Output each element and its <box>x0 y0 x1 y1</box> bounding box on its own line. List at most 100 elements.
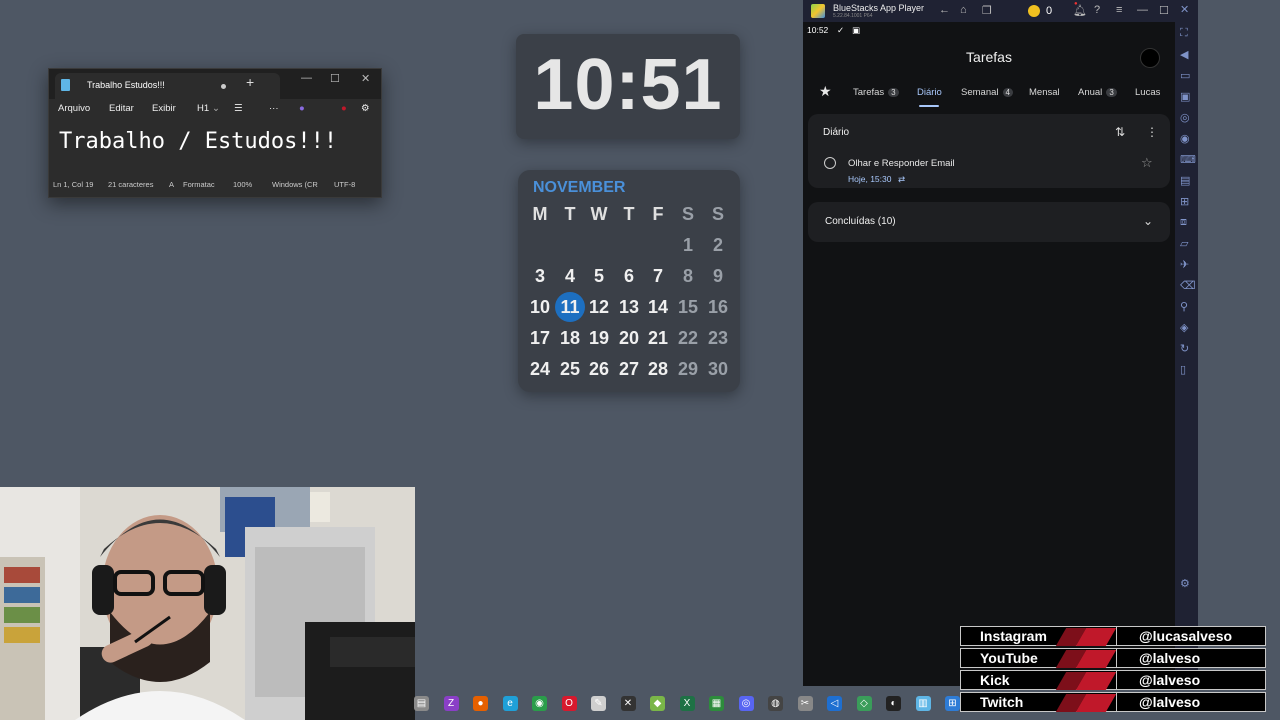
calendar-day[interactable]: 17 <box>527 328 553 349</box>
macro-icon[interactable]: ⊞ <box>1180 195 1189 208</box>
tab-mensal[interactable]: Mensal <box>1029 87 1060 98</box>
copilot-icon[interactable]: ● <box>299 103 305 114</box>
app-green-icon[interactable]: ◇ <box>856 696 872 711</box>
calendar-day[interactable]: 2 <box>705 235 731 256</box>
edge-icon[interactable]: e <box>502 696 518 711</box>
calendar-day[interactable]: 28 <box>645 359 671 380</box>
record-icon[interactable]: ◉ <box>1180 132 1190 145</box>
coin-icon[interactable] <box>1028 5 1040 17</box>
chevron-down-icon[interactable]: ⌄ <box>1143 214 1153 228</box>
screen-icon[interactable]: ▭ <box>1180 69 1190 82</box>
tab-tarefas[interactable]: Tarefas 3 <box>853 87 899 98</box>
calendar-day[interactable]: 24 <box>527 359 553 380</box>
game-controls-icon[interactable]: ⌨ <box>1180 153 1196 166</box>
discord-icon[interactable]: ◎ <box>738 696 754 711</box>
more-vert-icon[interactable]: ⋮ <box>1146 125 1158 139</box>
completed-section[interactable]: Concluídas (10) ⌄ <box>808 202 1170 242</box>
menu-editar[interactable]: Editar <box>109 103 134 114</box>
list-icon[interactable]: ☰ <box>234 103 243 114</box>
chevron-down-icon[interactable]: ⌄ <box>212 103 220 114</box>
notes-icon[interactable]: ✎ <box>591 696 606 711</box>
calendar-day[interactable]: 10 <box>527 297 553 318</box>
excel-icon[interactable]: X <box>679 696 695 711</box>
new-tab-icon[interactable]: + <box>246 74 254 90</box>
star-icon[interactable]: ☆ <box>1141 155 1153 171</box>
calendar-day[interactable]: 16 <box>705 297 731 318</box>
calendar-day[interactable]: 12 <box>586 297 612 318</box>
calculator-icon[interactable]: ▦ <box>709 696 724 711</box>
calendar-day[interactable]: 9 <box>705 266 731 287</box>
layers-icon[interactable]: ◈ <box>1180 321 1188 334</box>
unsaved-dot-icon[interactable] <box>221 84 226 89</box>
minimize-icon[interactable]: — <box>301 72 312 84</box>
task-checkbox[interactable] <box>824 157 836 169</box>
airplane-icon[interactable]: ✈ <box>1180 258 1189 271</box>
tab-semanal[interactable]: Semanal 4 <box>961 87 1013 98</box>
folder-icon[interactable]: ▱ <box>1180 237 1188 250</box>
help-icon[interactable]: ? <box>1094 4 1100 16</box>
performance-icon[interactable]: ▤ <box>1180 174 1190 187</box>
sync-icon[interactable]: ↻ <box>1180 342 1189 355</box>
opera-icon[interactable]: O <box>561 696 577 711</box>
home-icon[interactable]: ⌂ <box>960 4 967 16</box>
tab-lucas[interactable]: Lucas <box>1135 87 1160 98</box>
maximize-icon[interactable]: ☐ <box>330 72 340 85</box>
firefox-icon[interactable]: ● <box>473 696 488 711</box>
notepad-content[interactable]: Trabalho / Estudos!!! <box>59 129 337 154</box>
notepad-taskbar-icon[interactable]: ▥ <box>915 696 931 711</box>
settings-gear-icon[interactable]: ⚙ <box>1180 577 1190 590</box>
calendar-day[interactable]: 5 <box>586 266 612 287</box>
calendar-day[interactable]: 1 <box>675 235 701 256</box>
calendar-day[interactable]: 7 <box>645 266 671 287</box>
status-format[interactable]: Formatac <box>183 180 215 189</box>
spotify-icon[interactable]: ◐ <box>886 696 901 711</box>
menu-icon[interactable]: ≡ <box>1116 4 1122 16</box>
chrome-icon[interactable]: ◉ <box>532 696 547 711</box>
settings-gear-icon[interactable]: ⚙ <box>361 103 370 114</box>
location-icon[interactable]: ◎ <box>1180 111 1190 124</box>
calendar-day[interactable]: 20 <box>616 328 642 349</box>
vscode-icon[interactable]: ◁ <box>827 696 842 711</box>
calendar-day[interactable]: 8 <box>675 266 701 287</box>
task-title[interactable]: Olhar e Responder Email <box>848 158 955 169</box>
profile-icon[interactable]: ● <box>341 103 347 114</box>
menu-arquivo[interactable]: Arquivo <box>58 103 90 114</box>
paint-icon[interactable]: ✂ <box>797 696 813 711</box>
avatar[interactable] <box>1140 48 1160 68</box>
calendar-day[interactable]: 4 <box>557 266 583 287</box>
minimize-icon[interactable]: — <box>1137 4 1148 16</box>
calendar-day[interactable]: 29 <box>675 359 701 380</box>
close-icon[interactable]: ✕ <box>361 72 370 85</box>
calendar-day[interactable]: 26 <box>586 359 612 380</box>
pin-icon[interactable]: ⚲ <box>1180 300 1188 313</box>
calendar-day[interactable]: 23 <box>705 328 731 349</box>
tab-anual[interactable]: Anual 3 <box>1078 87 1117 98</box>
calendar-day[interactable]: 11 <box>557 297 583 318</box>
menu-exibir[interactable]: Exibir <box>152 103 176 114</box>
notepad-window[interactable]: Trabalho Estudos!!! + — ☐ ✕ Arquivo Edit… <box>48 68 382 198</box>
screenshot-icon[interactable]: ⧈ <box>1180 216 1187 229</box>
calendar-day[interactable]: 3 <box>527 266 553 287</box>
apk-icon[interactable]: ▣ <box>1180 90 1190 103</box>
notepad-titlebar[interactable]: Trabalho Estudos!!! + — ☐ ✕ <box>49 69 381 99</box>
fullscreen-icon[interactable]: ⛶ <box>1180 27 1188 40</box>
calendar-day[interactable]: 15 <box>675 297 701 318</box>
more-icon[interactable]: ··· <box>269 103 279 114</box>
obs-icon[interactable]: ◍ <box>768 696 783 711</box>
sort-icon[interactable]: ⇅ <box>1115 125 1125 139</box>
calendar-day[interactable]: 25 <box>557 359 583 380</box>
calendar-day[interactable]: 18 <box>557 328 583 349</box>
bluestacks-titlebar[interactable]: BlueStacks App Player 5.22.84.1001 P64 ←… <box>803 0 1175 22</box>
calendar-day[interactable]: 19 <box>586 328 612 349</box>
tool-x-icon[interactable]: ✕ <box>620 696 636 711</box>
app-purple-icon[interactable]: Z <box>443 696 459 711</box>
windows-icon[interactable]: ⊞ <box>945 696 960 711</box>
calendar-day[interactable]: 14 <box>645 297 671 318</box>
tab-diário[interactable]: Diário <box>917 87 942 98</box>
calendar-day[interactable]: 22 <box>675 328 701 349</box>
recent-apps-icon[interactable]: ❐ <box>982 4 992 17</box>
eraser-icon[interactable]: ⌫ <box>1180 279 1196 292</box>
calendar-day[interactable]: 30 <box>705 359 731 380</box>
calendar-day[interactable]: 27 <box>616 359 642 380</box>
heading-dropdown[interactable]: H1 <box>197 103 209 114</box>
